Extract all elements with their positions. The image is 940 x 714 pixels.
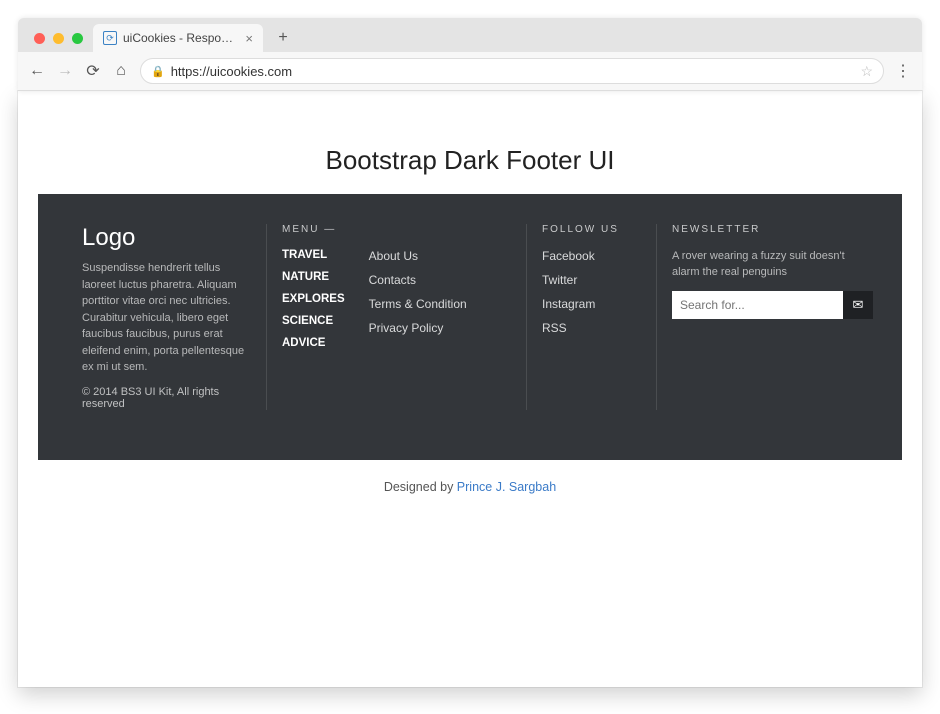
- page-content: Bootstrap Dark Footer UI Logo Suspendiss…: [18, 91, 922, 687]
- menu-link-about[interactable]: About Us: [369, 249, 467, 263]
- menu-primary-list: TRAVEL NATURE EXPLORES SCIENCE ADVICE: [282, 249, 345, 359]
- page-title: Bootstrap Dark Footer UI: [18, 145, 922, 176]
- credit-line: Designed by Prince J. Sargbah: [18, 480, 922, 494]
- menu-link-science[interactable]: SCIENCE: [282, 315, 345, 327]
- footer-logo-column: Logo Suspendisse hendrerit tellus laoree…: [66, 224, 266, 410]
- menu-link-terms[interactable]: Terms & Condition: [369, 297, 467, 311]
- minimize-window-button[interactable]: [53, 33, 64, 44]
- close-window-button[interactable]: [34, 33, 45, 44]
- follow-link-twitter[interactable]: Twitter: [542, 273, 640, 287]
- home-button[interactable]: ⌂: [112, 62, 130, 80]
- menu-heading: MENU —: [282, 224, 510, 235]
- newsletter-form: ✉: [672, 291, 873, 319]
- menu-link-contacts[interactable]: Contacts: [369, 273, 467, 287]
- newsletter-text: A rover wearing a fuzzy suit doesn't ala…: [672, 249, 873, 281]
- newsletter-submit-button[interactable]: ✉: [843, 291, 873, 319]
- menu-link-privacy[interactable]: Privacy Policy: [369, 321, 467, 335]
- follow-link-facebook[interactable]: Facebook: [542, 249, 640, 263]
- footer-description: Suspendisse hendrerit tellus laoreet luc…: [82, 260, 250, 376]
- follow-link-instagram[interactable]: Instagram: [542, 297, 640, 311]
- maximize-window-button[interactable]: [72, 33, 83, 44]
- newsletter-input[interactable]: [672, 291, 843, 319]
- url-text: https://uicookies.com: [171, 64, 292, 79]
- browser-menu-button[interactable]: ⋮: [894, 61, 912, 81]
- address-bar[interactable]: 🔒 https://uicookies.com ☆: [140, 58, 884, 84]
- envelope-icon: ✉: [853, 297, 864, 313]
- footer-newsletter-column: NEWSLETTER A rover wearing a fuzzy suit …: [656, 224, 889, 410]
- new-tab-button[interactable]: +: [271, 26, 295, 50]
- footer-menu-column: MENU — TRAVEL NATURE EXPLORES SCIENCE AD…: [266, 224, 526, 410]
- tab-title: uiCookies - Responsive HTML: [123, 31, 239, 45]
- menu-secondary-list: About Us Contacts Terms & Condition Priv…: [369, 249, 467, 359]
- lock-icon: 🔒: [151, 65, 165, 78]
- menu-link-advice[interactable]: ADVICE: [282, 337, 345, 349]
- footer-logo: Logo: [82, 224, 250, 252]
- footer: Logo Suspendisse hendrerit tellus laoree…: [38, 194, 902, 460]
- follow-heading: FOLLOW US: [542, 224, 640, 235]
- menu-link-travel[interactable]: TRAVEL: [282, 249, 345, 261]
- newsletter-heading: NEWSLETTER: [672, 224, 873, 235]
- back-button[interactable]: ←: [28, 62, 46, 80]
- bookmark-star-icon[interactable]: ☆: [860, 63, 873, 80]
- reload-button[interactable]: ⟳: [84, 61, 102, 81]
- follow-link-rss[interactable]: RSS: [542, 321, 640, 335]
- menu-link-explores[interactable]: EXPLORES: [282, 293, 345, 305]
- window-controls: [34, 33, 83, 44]
- credit-prefix: Designed by: [384, 480, 457, 494]
- browser-chrome: ⟳ uiCookies - Responsive HTML × + ← → ⟳ …: [18, 18, 922, 91]
- close-tab-icon[interactable]: ×: [245, 31, 253, 46]
- footer-follow-column: FOLLOW US Facebook Twitter Instagram RSS: [526, 224, 656, 410]
- footer-copyright: © 2014 BS3 UI Kit, All rights reserved: [82, 386, 250, 410]
- credit-author-link[interactable]: Prince J. Sargbah: [457, 480, 556, 494]
- tab-strip: ⟳ uiCookies - Responsive HTML × +: [18, 18, 922, 52]
- browser-tab[interactable]: ⟳ uiCookies - Responsive HTML ×: [93, 24, 263, 52]
- forward-button[interactable]: →: [56, 62, 74, 80]
- menu-link-nature[interactable]: NATURE: [282, 271, 345, 283]
- favicon-icon: ⟳: [103, 31, 117, 45]
- browser-toolbar: ← → ⟳ ⌂ 🔒 https://uicookies.com ☆ ⋮: [18, 52, 922, 90]
